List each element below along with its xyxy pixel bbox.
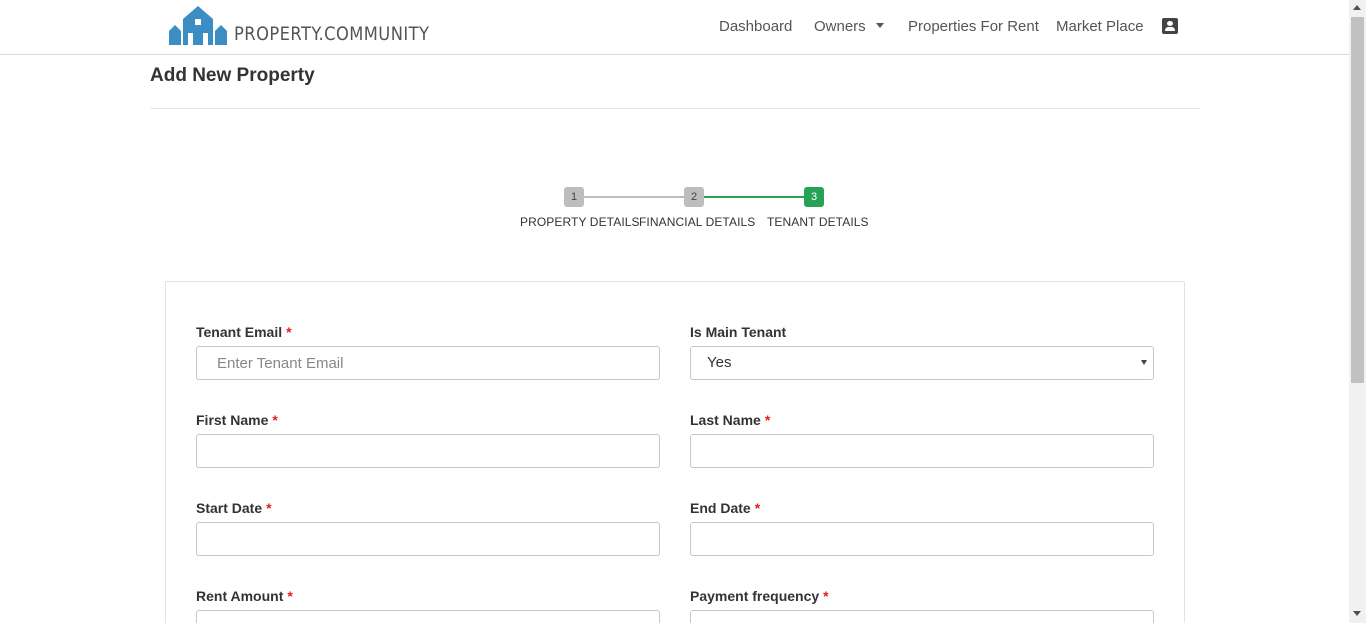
first-name-input[interactable] <box>196 434 660 468</box>
brand-name: PROPERTY.COMMUNITY <box>234 23 430 45</box>
scroll-down-arrow-icon[interactable] <box>1353 611 1361 616</box>
first-name-label: First Name * <box>196 412 278 428</box>
tenant-email-input[interactable] <box>196 346 660 380</box>
step-1-badge[interactable]: 1 <box>564 187 584 207</box>
required-marker: * <box>764 412 771 428</box>
nav-owners-label: Owners <box>814 18 866 35</box>
last-name-label-text: Last Name <box>690 412 761 428</box>
end-date-label: End Date * <box>690 500 760 516</box>
contact-card-icon[interactable] <box>1162 18 1178 34</box>
page-scrollbar[interactable] <box>1349 0 1366 623</box>
payment-frequency-label: Payment frequency * <box>690 588 829 604</box>
first-name-label-text: First Name <box>196 412 269 428</box>
is-main-tenant-label: Is Main Tenant <box>690 324 787 340</box>
nav-market-place[interactable]: Market Place <box>1056 18 1144 35</box>
select-arrow-icon <box>1141 360 1147 365</box>
step-1-label: PROPERTY DETAILS <box>520 215 640 229</box>
payment-frequency-select[interactable] <box>690 610 1154 623</box>
scroll-up-arrow-icon[interactable] <box>1353 5 1361 10</box>
contact-card-body <box>1165 27 1175 31</box>
brand-logo[interactable]: PROPERTY.COMMUNITY <box>169 5 461 45</box>
is-main-tenant-value: Yes <box>707 354 732 371</box>
last-name-input[interactable] <box>690 434 1154 468</box>
step-connector-2-3 <box>704 196 814 198</box>
nav-owners-dropdown[interactable]: Owners <box>814 18 884 35</box>
start-date-label: Start Date * <box>196 500 272 516</box>
start-date-input[interactable] <box>196 522 660 556</box>
step-3-badge[interactable]: 3 <box>804 187 824 207</box>
page-title: Add New Property <box>150 65 315 86</box>
top-navbar: PROPERTY.COMMUNITY Dashboard Owners Prop… <box>0 0 1349 55</box>
last-name-label: Last Name * <box>690 412 770 428</box>
step-2-badge[interactable]: 2 <box>684 187 704 207</box>
scrollbar-thumb[interactable] <box>1351 17 1364 383</box>
is-main-tenant-select[interactable]: Yes <box>690 346 1154 380</box>
required-marker: * <box>754 500 761 516</box>
required-marker: * <box>287 588 293 604</box>
nav-properties-for-rent[interactable]: Properties For Rent <box>908 18 1039 35</box>
caret-down-icon <box>875 22 884 28</box>
end-date-input[interactable] <box>690 522 1154 556</box>
tenant-email-label-text: Tenant Email <box>196 324 283 340</box>
required-marker: * <box>286 324 292 340</box>
house-logo-icon <box>169 6 227 45</box>
nav-dashboard[interactable]: Dashboard <box>719 18 792 35</box>
rent-amount-label: Rent Amount * <box>196 588 293 604</box>
rent-amount-label-text: Rent Amount <box>196 588 284 604</box>
required-marker: * <box>823 588 829 604</box>
rent-amount-input[interactable] <box>196 610 660 623</box>
end-date-label-text: End Date <box>690 500 751 516</box>
step-3-label: TENANT DETAILS <box>767 215 869 229</box>
step-2-label: FINANCIAL DETAILS <box>639 215 756 229</box>
required-marker: * <box>266 500 272 516</box>
step-connector-1-2 <box>584 196 694 198</box>
tenant-email-label: Tenant Email * <box>196 324 292 340</box>
required-marker: * <box>272 412 278 428</box>
start-date-label-text: Start Date <box>196 500 263 516</box>
contact-card-head <box>1167 21 1173 26</box>
payment-frequency-label-text: Payment frequency <box>690 588 820 604</box>
divider <box>150 108 1200 109</box>
